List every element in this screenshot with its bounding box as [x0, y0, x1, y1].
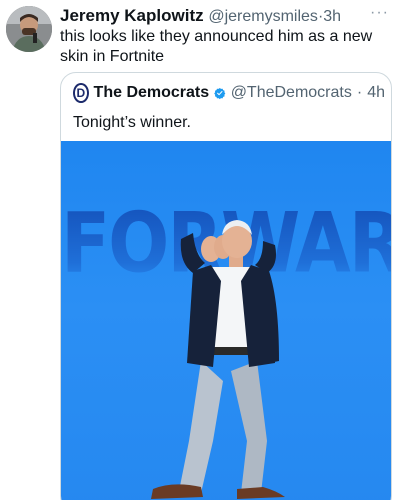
author-handle[interactable]: @jeremysmiles — [208, 8, 318, 25]
author-name[interactable]: Jeremy Kaplowitz — [60, 6, 204, 25]
person-illustration — [151, 220, 285, 499]
quoted-tweet[interactable]: D The Democrats @TheDemocrats · 4h Tonight… — [60, 72, 392, 500]
timestamp[interactable]: 3h — [323, 8, 341, 25]
quoted-separator-dot: · — [356, 84, 363, 101]
tweet-text: this looks like they announced him as a … — [60, 28, 373, 65]
avatar[interactable] — [6, 6, 52, 52]
tweet: Jeremy Kaplowitz @jeremysmiles·3h ··· th… — [0, 0, 399, 500]
quoted-author-name[interactable]: The Democrats — [94, 83, 210, 103]
quoted-timestamp[interactable]: 4h — [367, 83, 385, 103]
verified-badge-icon — [214, 87, 226, 100]
quoted-avatar[interactable]: D — [73, 83, 89, 103]
quoted-author-handle[interactable]: @TheDemocrats — [231, 83, 352, 103]
avatar-image — [6, 6, 52, 52]
tweet-header: Jeremy Kaplowitz @jeremysmiles·3h — [60, 6, 369, 27]
quoted-header: D The Democrats @TheDemocrats · 4h — [73, 83, 385, 103]
quoted-text: Tonight’s winner. — [73, 114, 191, 131]
more-options-icon[interactable]: ··· — [370, 4, 389, 22]
quoted-media-image[interactable]: FORWARD — [61, 141, 391, 500]
